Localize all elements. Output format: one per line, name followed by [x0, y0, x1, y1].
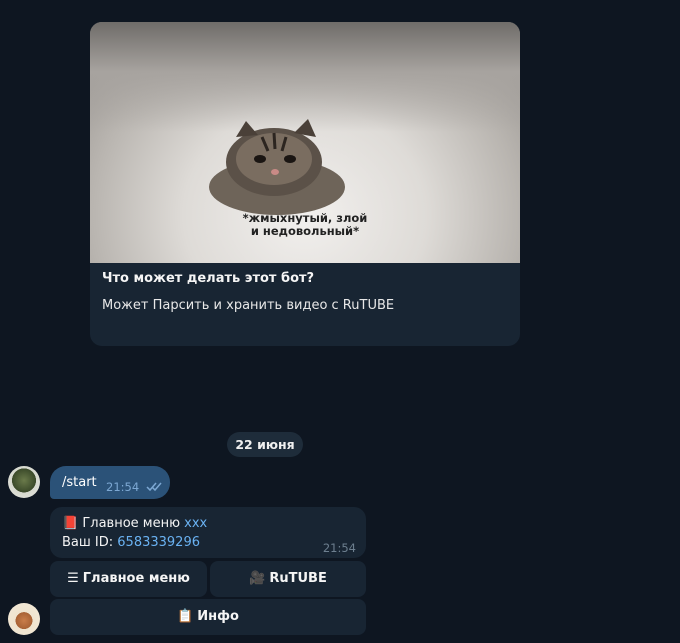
user-avatar[interactable]: [8, 466, 40, 498]
video-camera-icon: 🎥: [249, 571, 266, 586]
red-book-icon: 📕: [62, 516, 79, 531]
message-time: 21:54: [322, 541, 356, 555]
info-label: Инфо: [197, 609, 239, 624]
user-id-label: Ваш ID:: [62, 535, 114, 550]
main-menu-label: Главное меню: [82, 571, 190, 586]
message-time: 21:54: [106, 480, 140, 494]
kitten-image[interactable]: *жмыхнутый, злой и недовольный*: [90, 22, 520, 263]
outgoing-message[interactable]: /start 21:54: [50, 466, 170, 499]
bot-intro-description: Может Парсить и хранить видео с RuTUBE: [102, 298, 395, 313]
rutube-button[interactable]: 🎥 RuTUBE: [210, 561, 366, 597]
incoming-message[interactable]: 📕 Главное меню xxx Ваш ID: 6583339296 21…: [50, 507, 366, 558]
fur-background: [90, 22, 520, 132]
menu-icon: ☰: [67, 571, 79, 586]
bot-intro-card: *жмыхнутый, злой и недовольный* Что може…: [90, 22, 520, 346]
double-check-icon: [146, 482, 162, 492]
image-caption-line2: и недовольный*: [250, 224, 360, 238]
message-text[interactable]: /start: [62, 475, 97, 490]
message-title-line: 📕 Главное меню xxx: [62, 516, 207, 531]
main-menu-button[interactable]: ☰ Главное меню: [50, 561, 207, 597]
kitten-illustration: [209, 119, 345, 215]
message-title-suffix: xxx: [184, 516, 208, 531]
bot-intro-title: Что может делать этот бот?: [102, 271, 315, 286]
image-caption: *жмыхнутый, злой и недовольный*: [180, 212, 430, 238]
message-title: Главное меню: [82, 516, 181, 531]
user-id-value[interactable]: 6583339296: [117, 535, 200, 550]
date-separator: 22 июня: [227, 432, 303, 457]
info-button[interactable]: 📋 Инфо: [50, 599, 366, 635]
clipboard-icon: 📋: [177, 609, 194, 624]
bot-intro-body: Что может делать этот бот? Может Парсить…: [90, 263, 520, 321]
bot-avatar[interactable]: [8, 603, 40, 635]
rutube-label: RuTUBE: [269, 571, 327, 586]
user-id-line: Ваш ID: 6583339296: [62, 535, 200, 550]
